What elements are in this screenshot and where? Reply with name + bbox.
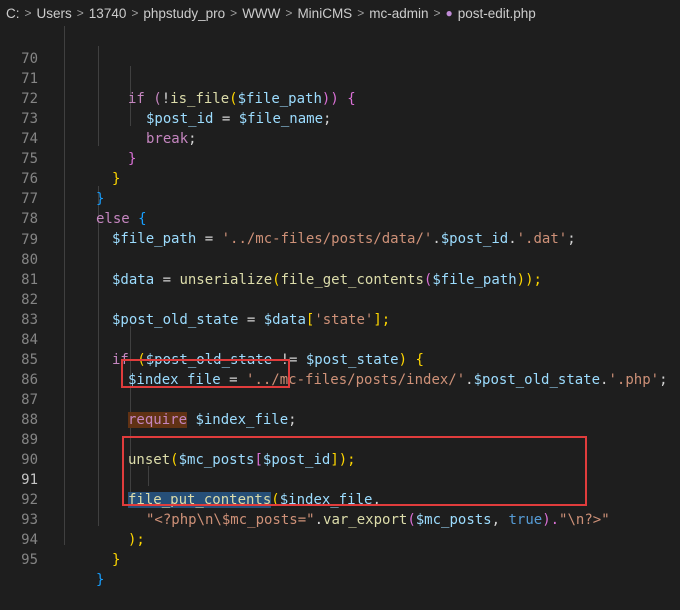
code-line: 86: [0, 350, 680, 388]
chevron-right-icon: >: [285, 6, 293, 20]
code-line: 94 }: [0, 510, 680, 568]
breadcrumb-item-drive[interactable]: C:: [6, 6, 20, 21]
code-line: 87 require $index_file;: [0, 370, 680, 428]
chevron-right-icon: >: [357, 6, 365, 20]
breadcrumb-item-minicms[interactable]: MiniCMS: [297, 6, 352, 21]
code-line: 71 if (!is_file($file_path)) {: [0, 49, 680, 107]
breadcrumb-item-phpstudy[interactable]: phpstudy_pro: [143, 6, 225, 21]
code-line: 70: [0, 29, 680, 67]
code-line: 81: [0, 250, 680, 288]
code-token: }: [112, 552, 121, 568]
code-line: 79: [0, 210, 680, 248]
chevron-right-icon: >: [230, 6, 238, 20]
line-number: 95: [21, 552, 38, 568]
annotation-box-require: [121, 359, 290, 388]
code-editor[interactable]: 70 71 if (!is_file($file_path)) { 72 $po…: [0, 26, 680, 588]
code-line: 74 }: [0, 109, 680, 167]
code-line: 84 if ($post_old_state != $post_state) {: [0, 310, 680, 368]
code-line: 95 }: [0, 530, 680, 588]
code-line: 72 $post_id = $file_name;: [0, 69, 680, 127]
code-line: 76 }: [0, 149, 680, 207]
breadcrumb-item-user[interactable]: 13740: [89, 6, 127, 21]
breadcrumb: C: > Users > 13740 > phpstudy_pro > WWW > Min…: [0, 0, 680, 26]
code-line: 78 $file_path = '../mc-files/posts/data/…: [0, 189, 680, 247]
chevron-right-icon: >: [24, 6, 32, 20]
code-line: 83: [0, 290, 680, 328]
code-line: 80 $data = unserialize(file_get_contents…: [0, 230, 680, 288]
code-line: 75 }: [0, 129, 680, 187]
breadcrumb-item-file[interactable]: post-edit.php: [458, 6, 536, 21]
breadcrumb-item-mc-admin[interactable]: mc-admin: [369, 6, 428, 21]
code-line: 89 unset($mc_posts[$post_id]);: [0, 410, 680, 468]
breadcrumb-item-www[interactable]: WWW: [242, 6, 280, 21]
chevron-right-icon: >: [76, 6, 84, 20]
code-line: 82 $post_old_state = $data['state'];: [0, 270, 680, 328]
breadcrumb-item-users[interactable]: Users: [37, 6, 72, 21]
chevron-right-icon: >: [131, 6, 139, 20]
code-line: 73 break;: [0, 89, 680, 147]
code-line: 85 $index_file = '../mc-files/posts/inde…: [0, 330, 680, 388]
code-line: 77 else {: [0, 169, 680, 227]
code-token: }: [96, 572, 105, 588]
code-line: 88: [0, 390, 680, 428]
chevron-right-icon: >: [433, 6, 441, 20]
php-file-icon: ●: [445, 6, 453, 20]
annotation-box-file-put-contents: [122, 436, 587, 506]
